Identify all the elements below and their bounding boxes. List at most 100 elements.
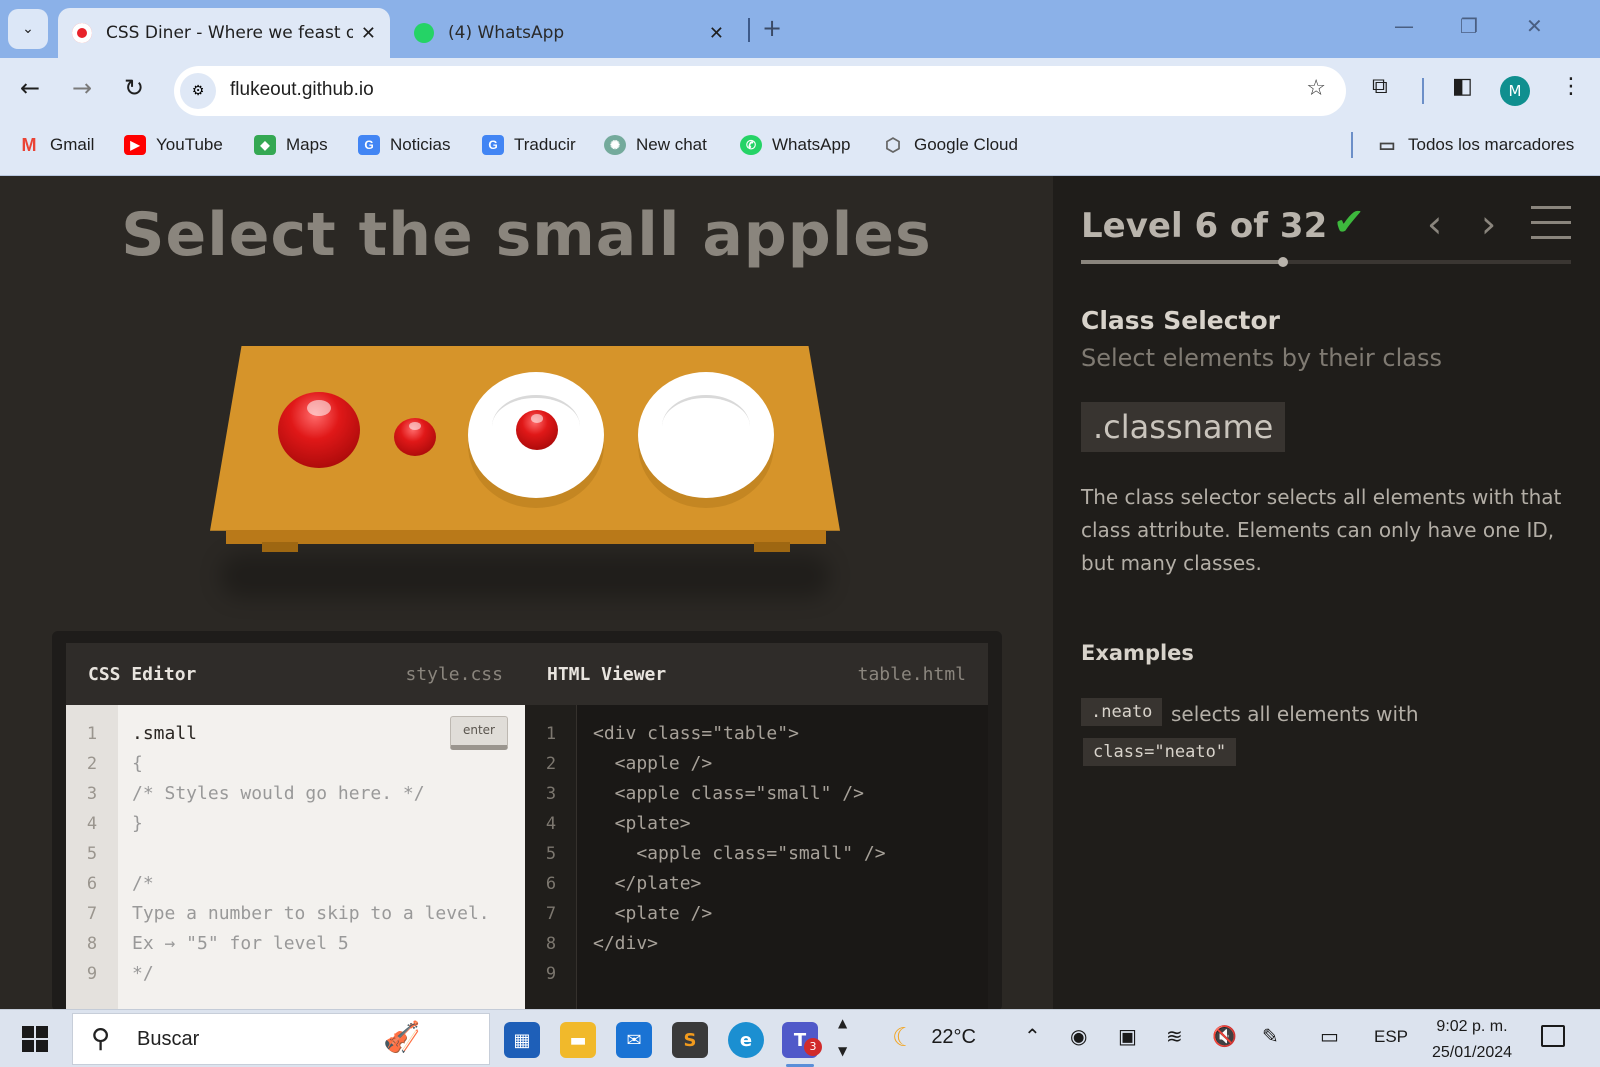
css-code-line: } xyxy=(132,813,143,834)
line-number: 7 xyxy=(86,904,98,924)
selector-name: Class Selector xyxy=(1081,306,1281,335)
apple[interactable] xyxy=(278,392,360,468)
examples-heading: Examples xyxy=(1081,641,1194,665)
bookmark-google-cloud[interactable]: ⬡ Google Cloud xyxy=(882,135,1018,155)
tab-css-diner[interactable]: CSS Diner - Where we feast on CSS Select… xyxy=(58,8,390,58)
apple-small[interactable] xyxy=(394,418,436,456)
url-text[interactable]: flukeout.github.io xyxy=(230,79,374,101)
next-level-icon[interactable]: › xyxy=(1481,202,1496,246)
html-viewer-filename: table.html xyxy=(857,663,966,685)
scroll-down-icon[interactable]: ▼ xyxy=(838,1044,847,1058)
line-number: 5 xyxy=(86,844,98,864)
taskbar-search-placeholder: Buscar xyxy=(137,1028,200,1050)
apple-small[interactable] xyxy=(516,410,558,450)
wifi-icon[interactable]: ≋ xyxy=(1166,1024,1183,1048)
windows-taskbar: ⚲ Buscar 🎻 ▦ ▬ ✉ S e T ▲ ▼ xyxy=(0,1009,1600,1067)
css-code-line: { xyxy=(132,753,143,774)
bookmark-traducir[interactable]: G Traducir xyxy=(482,135,576,155)
weather-widget[interactable]: ☾ 22°C xyxy=(892,1022,976,1053)
reload-icon[interactable]: ↻ xyxy=(124,74,144,102)
html-code-line[interactable]: </plate> xyxy=(593,869,702,899)
site-info-icon[interactable]: ⚙ xyxy=(180,73,216,109)
record-icon[interactable]: ◉ xyxy=(1070,1024,1087,1048)
level-progress-marker xyxy=(1278,257,1288,267)
sublime-text-icon[interactable]: S xyxy=(672,1022,708,1058)
css-editor-filename: style.css xyxy=(405,663,503,685)
html-code-line[interactable]: <plate /> xyxy=(593,899,713,929)
line-number: 2 xyxy=(545,754,557,774)
all-bookmarks-folder[interactable]: ▭ Todos los marcadores xyxy=(1376,135,1574,155)
tab-separator xyxy=(748,18,750,42)
clock[interactable]: 9:02 p. m. 25/01/2024 xyxy=(1422,1014,1522,1066)
show-hidden-icons-icon[interactable]: ⌃ xyxy=(1024,1024,1041,1048)
touch-keyboard-icon[interactable]: ▭ xyxy=(1320,1024,1339,1048)
css-editor[interactable]: 1 2 3 4 5 6 7 8 9 .small { /* Styles wou… xyxy=(66,705,525,1011)
back-icon[interactable]: ← xyxy=(20,74,40,102)
bookmark-new-chat[interactable]: ✺ New chat xyxy=(604,135,707,155)
apple-shine xyxy=(408,421,422,431)
volume-muted-icon[interactable]: 🔇 xyxy=(1212,1024,1237,1048)
css-input[interactable]: .small xyxy=(132,719,197,749)
bookmark-label: Gmail xyxy=(50,135,95,154)
camera-icon[interactable]: ▣ xyxy=(1118,1024,1137,1048)
close-icon[interactable]: ✕ xyxy=(709,23,724,44)
html-code-line[interactable]: <plate> xyxy=(593,809,691,839)
line-number: 4 xyxy=(86,814,98,834)
enter-button[interactable]: enter xyxy=(450,716,508,750)
html-code-line[interactable]: <apple /> xyxy=(593,749,713,779)
notifications-icon[interactable] xyxy=(1541,1025,1565,1047)
profile-avatar[interactable]: M xyxy=(1500,76,1530,106)
restore-icon[interactable]: ❐ xyxy=(1460,14,1478,38)
pen-icon[interactable]: ✎ xyxy=(1262,1024,1279,1048)
extensions-icon[interactable]: ⧉ xyxy=(1372,74,1388,99)
window-close-icon[interactable]: ✕ xyxy=(1526,14,1543,38)
taskbar-search[interactable]: ⚲ Buscar 🎻 xyxy=(72,1013,490,1065)
google-news-icon: G xyxy=(358,135,380,155)
css-code-line: Type a number to skip to a level. xyxy=(132,903,490,924)
minimize-icon[interactable]: — xyxy=(1394,14,1414,38)
example-code: .neato xyxy=(1081,698,1163,726)
mail-icon[interactable]: ✉ xyxy=(616,1022,652,1058)
html-code-line[interactable]: <div class="table"> xyxy=(593,719,799,749)
edge-icon[interactable]: e xyxy=(728,1022,764,1058)
side-panel-icon[interactable]: ◧ xyxy=(1452,74,1473,99)
bookmark-youtube[interactable]: ▶ YouTube xyxy=(124,135,223,155)
tab-whatsapp[interactable]: (4) WhatsApp ✕ xyxy=(400,8,738,58)
windows-start-icon[interactable] xyxy=(22,1026,48,1052)
tab-search-button[interactable]: ⌄ xyxy=(8,9,48,49)
close-icon[interactable]: ✕ xyxy=(361,23,376,44)
microsoft-store-icon[interactable]: ▦ xyxy=(504,1022,540,1058)
bookmark-star-icon[interactable]: ☆ xyxy=(1306,76,1326,101)
bookmark-label: New chat xyxy=(636,135,707,154)
scroll-up-icon[interactable]: ▲ xyxy=(838,1016,847,1030)
bookmark-maps[interactable]: ◆ Maps xyxy=(254,135,328,155)
html-code-line[interactable]: <apple class="small" /> xyxy=(593,779,864,809)
toolbar-divider xyxy=(1422,78,1424,104)
bookmark-gmail[interactable]: M Gmail xyxy=(18,135,95,155)
line-number: 1 xyxy=(545,724,557,744)
table-shadow xyxy=(220,554,830,598)
html-code-line[interactable]: </div> xyxy=(593,929,658,959)
previous-level-icon[interactable]: ‹ xyxy=(1427,202,1442,246)
whatsapp-icon: ✆ xyxy=(740,135,762,155)
plate[interactable] xyxy=(638,372,774,498)
address-bar[interactable]: ⚙ flukeout.github.io ☆ xyxy=(174,66,1346,116)
language-indicator[interactable]: ESP xyxy=(1374,1027,1408,1047)
bookmark-noticias[interactable]: G Noticias xyxy=(358,135,450,155)
new-tab-button[interactable]: + xyxy=(762,14,782,42)
tab-title: (4) WhatsApp xyxy=(448,23,565,43)
table-scene xyxy=(210,346,840,606)
temperature: 22°C xyxy=(931,1026,976,1048)
table-leg xyxy=(262,542,298,552)
bookmark-whatsapp[interactable]: ✆ WhatsApp xyxy=(740,135,850,155)
more-menu-icon[interactable]: ⋮ xyxy=(1560,74,1582,99)
bookmarks-divider xyxy=(1351,132,1353,158)
line-number: 8 xyxy=(86,934,98,954)
forward-icon[interactable]: → xyxy=(72,74,92,102)
search-icon: ⚲ xyxy=(91,1024,111,1054)
level-indicator: Level 6 of 32 xyxy=(1081,206,1328,246)
plate[interactable] xyxy=(468,372,604,498)
level-menu-icon[interactable] xyxy=(1531,206,1571,240)
file-explorer-icon[interactable]: ▬ xyxy=(560,1022,596,1058)
html-code-line[interactable]: <apple class="small" /> xyxy=(593,839,885,869)
